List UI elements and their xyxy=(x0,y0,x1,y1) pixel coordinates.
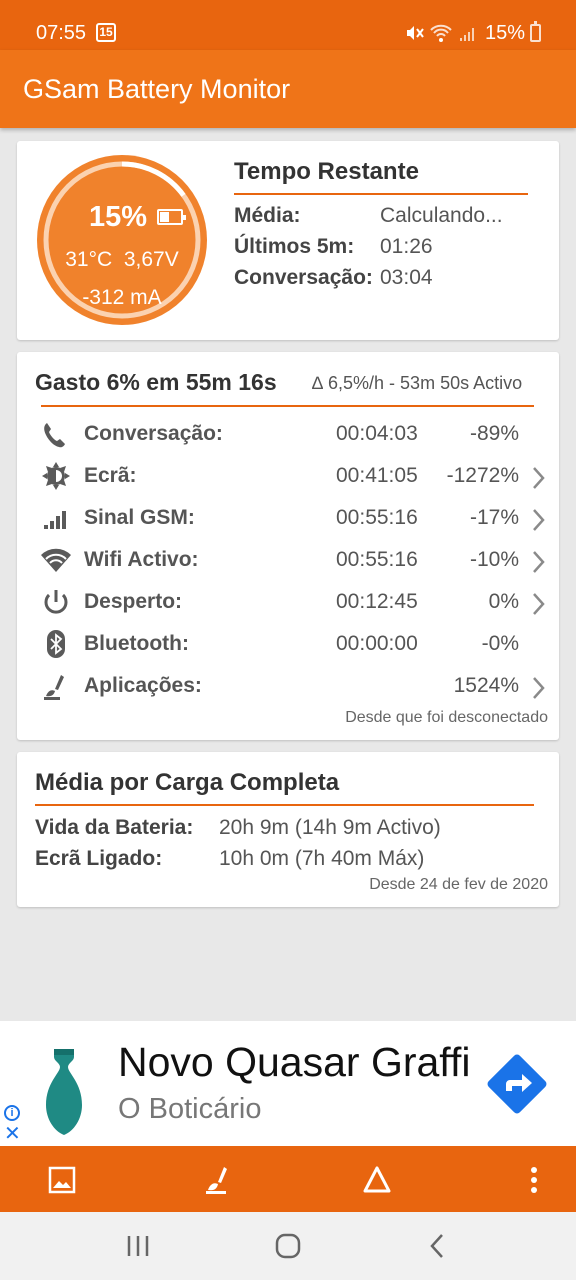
recent-apps-icon[interactable] xyxy=(118,1230,158,1262)
usage-percent: -0% xyxy=(481,632,519,655)
battery-icon xyxy=(157,209,186,225)
row-value: 20h 9m (14h 9m Activo) xyxy=(219,816,441,839)
chevron-right-icon[interactable] xyxy=(529,675,547,701)
usage-time: 00:41:05 xyxy=(336,464,418,487)
status-battery-percent: 15% xyxy=(485,22,526,44)
row-label: Média: xyxy=(234,204,301,227)
chevron-right-icon[interactable] xyxy=(529,549,547,575)
divider xyxy=(234,193,528,195)
status-battery-icon xyxy=(530,21,541,42)
battery-percent: 15% xyxy=(88,201,147,233)
brightness-icon xyxy=(42,462,70,490)
status-icons xyxy=(404,21,478,45)
usage-time: 00:12:45 xyxy=(336,590,418,613)
usage-row[interactable]: Desperto: 00:12:45 0% xyxy=(17,581,559,621)
product-image xyxy=(46,1049,82,1135)
battery-temp-voltage: 31°C 3,67V xyxy=(65,248,179,271)
ad-banner[interactable]: Novo Quasar Graffi O Boticário i ✕ xyxy=(0,1021,576,1146)
usage-label: Aplicações: xyxy=(84,674,202,697)
usage-row[interactable]: Ecrã: 00:41:05 -1272% xyxy=(17,455,559,495)
row-value: 10h 0m (7h 40m Máx) xyxy=(219,847,425,870)
wifi-status-icon xyxy=(430,24,452,42)
bottom-toolbar xyxy=(0,1146,576,1212)
row-value: 03:04 xyxy=(380,266,433,289)
apps-icon xyxy=(44,675,64,700)
usage-label: Ecrã: xyxy=(84,464,137,487)
ad-advertiser[interactable]: O Boticário xyxy=(118,1093,261,1126)
row-label: Vida da Bateria: xyxy=(35,816,194,839)
delta-icon[interactable] xyxy=(357,1160,397,1200)
usage-percent: -10% xyxy=(469,548,519,571)
calendar-icon: 15 xyxy=(96,23,116,42)
usage-card: Gasto 6% em 55m 16s ∆ 6,5%/h - 53m 50s A… xyxy=(17,352,559,740)
usage-row[interactable]: Aplicações: 1524% xyxy=(17,665,559,705)
usage-rate: ∆ 6,5%/h - 53m 50s Activo xyxy=(312,373,523,393)
usage-row: Bluetooth: 00:00:00 -0% xyxy=(17,623,559,663)
usage-percent: 1524% xyxy=(453,674,519,697)
ad-headline[interactable]: Novo Quasar Graffi xyxy=(118,1039,476,1086)
chevron-right-icon[interactable] xyxy=(529,591,547,617)
phone-icon xyxy=(44,423,65,448)
full-charge-title: Média por Carga Completa xyxy=(35,769,340,796)
usage-label: Bluetooth: xyxy=(84,632,189,655)
usage-time: 00:00:00 xyxy=(336,632,418,655)
usage-percent: 0% xyxy=(488,590,519,613)
back-icon[interactable] xyxy=(418,1230,458,1262)
usage-since: Desde que foi desconectado xyxy=(345,709,548,726)
usage-title: Gasto 6% em 55m 16s xyxy=(35,369,277,395)
battery-current: -312 mA xyxy=(82,286,162,309)
signal-status-icon xyxy=(460,28,474,41)
row-value: 01:26 xyxy=(380,235,433,258)
usage-percent: -1272% xyxy=(446,464,519,487)
power-icon xyxy=(44,590,68,614)
usage-row: Conversação: 00:04:03 -89% xyxy=(17,413,559,453)
signal-icon xyxy=(44,511,66,529)
usage-label: Desperto: xyxy=(84,590,183,613)
battery-gauge[interactable]: 15% 31°C 3,67V -312 mA xyxy=(35,153,209,327)
usage-row[interactable]: Sinal GSM: 00:55:16 -17% xyxy=(17,497,559,537)
full-charge-since: Desde 24 de fev de 2020 xyxy=(369,876,548,893)
row-value: Calculando... xyxy=(380,204,503,227)
usage-time: 00:55:16 xyxy=(336,506,418,529)
image-icon[interactable] xyxy=(42,1160,82,1200)
wifi-icon xyxy=(41,548,71,572)
app-bar: GSam Battery Monitor xyxy=(0,50,576,128)
more-options-icon[interactable] xyxy=(514,1160,554,1200)
home-icon[interactable] xyxy=(268,1230,308,1262)
usage-percent: -89% xyxy=(469,422,519,445)
row-label: Ecrã Ligado: xyxy=(35,847,163,870)
usage-label: Wifi Activo: xyxy=(84,548,199,571)
usage-time: 00:55:16 xyxy=(336,548,418,571)
status-bar: 07:55 15 15% xyxy=(0,0,576,50)
usage-label: Sinal GSM: xyxy=(84,506,195,529)
battery-summary-card[interactable]: 15% 31°C 3,67V -312 mA Tempo Restante Mé… xyxy=(17,141,559,340)
usage-label: Conversação: xyxy=(84,422,223,445)
ad-info-icon[interactable]: i xyxy=(4,1105,20,1121)
full-charge-card: Média por Carga Completa Vida da Bateria… xyxy=(17,752,559,907)
bluetooth-icon xyxy=(47,630,65,658)
mute-icon xyxy=(407,26,424,40)
usage-time: 00:04:03 xyxy=(336,422,418,445)
ad-close-icon[interactable]: ✕ xyxy=(4,1124,21,1144)
chevron-right-icon[interactable] xyxy=(529,507,547,533)
divider xyxy=(41,405,534,407)
row-label: Últimos 5m: xyxy=(234,235,355,258)
usage-percent: -17% xyxy=(469,506,519,529)
row-label: Conversação: xyxy=(234,266,373,289)
chevron-right-icon[interactable] xyxy=(529,465,547,491)
usage-row[interactable]: Wifi Activo: 00:55:16 -10% xyxy=(17,539,559,579)
directions-icon[interactable] xyxy=(484,1051,550,1117)
divider xyxy=(35,804,534,806)
app-title: GSam Battery Monitor xyxy=(23,74,291,104)
tempo-restante-title: Tempo Restante xyxy=(234,158,419,185)
brush-icon[interactable] xyxy=(198,1160,238,1200)
status-time: 07:55 xyxy=(36,22,87,44)
system-nav-bar xyxy=(0,1212,576,1280)
